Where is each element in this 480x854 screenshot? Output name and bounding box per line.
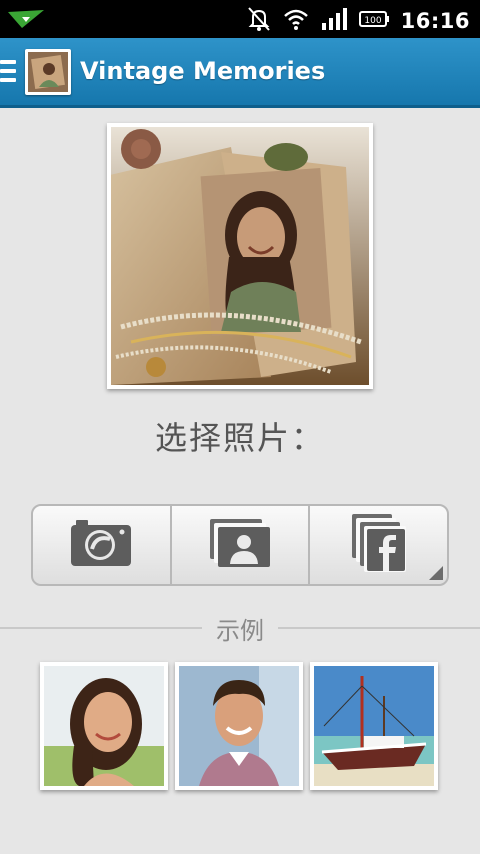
- app-notification-icon: [8, 8, 46, 34]
- example-boat[interactable]: [310, 662, 438, 790]
- camera-button[interactable]: [33, 506, 170, 584]
- choose-photo-label: 选择照片：: [154, 419, 325, 457]
- app-title: Vintage Memories: [80, 57, 326, 85]
- examples-label: 示例: [202, 611, 278, 646]
- status-bar: 100 16:16: [0, 0, 480, 38]
- gallery-icon: [209, 518, 271, 572]
- photo-source-buttons: [31, 504, 449, 586]
- wifi-icon: [283, 7, 309, 35]
- gallery-button[interactable]: [169, 506, 309, 584]
- camera-icon: [70, 519, 132, 571]
- signal-icon: [321, 7, 347, 35]
- menu-icon[interactable]: [0, 60, 16, 87]
- svg-text:100: 100: [364, 16, 381, 26]
- example-man-portrait[interactable]: [175, 662, 303, 790]
- more-options-indicator: [429, 566, 444, 580]
- preview-photo: [107, 123, 373, 389]
- battery-icon: 100: [358, 10, 389, 32]
- app-logo[interactable]: [25, 49, 71, 95]
- example-woman-portrait[interactable]: [40, 662, 168, 790]
- facebook-album-icon: [351, 513, 407, 577]
- vibrate-off-icon: [247, 6, 271, 36]
- action-bar: Vintage Memories: [0, 38, 480, 108]
- facebook-album-button[interactable]: [308, 506, 447, 584]
- clock: 16:16: [400, 9, 470, 33]
